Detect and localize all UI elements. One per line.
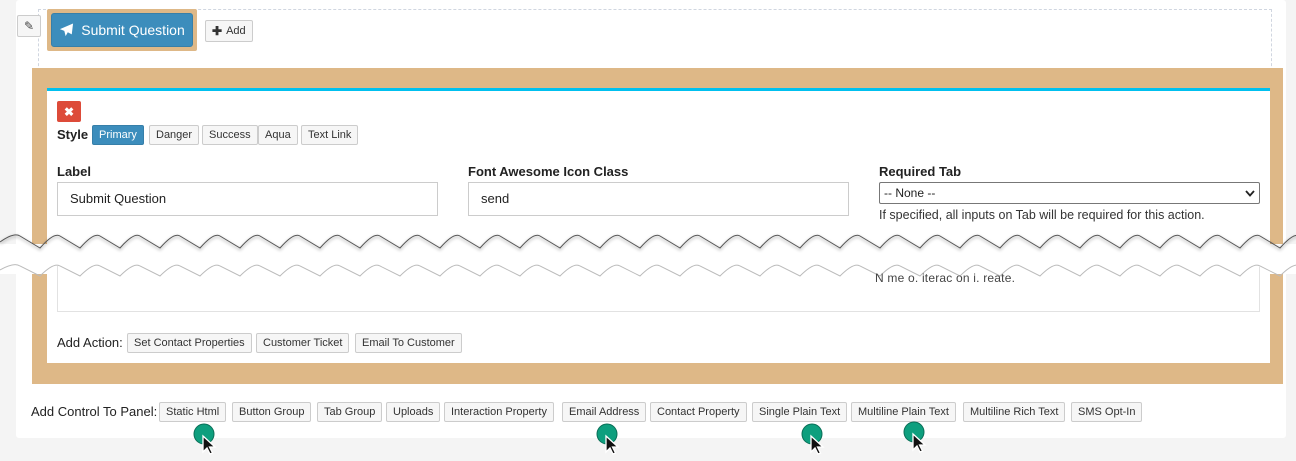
style-text-link-button[interactable]: Text Link [301,125,359,145]
action-set-contact-properties[interactable]: Set Contact Properties [127,333,252,353]
submit-question-label: Submit Question [81,22,185,38]
control-static-html[interactable]: Static Html [159,402,227,422]
label-field-title: Label [57,164,91,179]
required-tab-value: -- None -- [884,186,936,200]
cursor-icon [193,423,217,455]
style-success-button[interactable]: Success [202,125,258,145]
label-input[interactable]: Submit Question [57,182,438,216]
control-button-group[interactable]: Button Group [232,402,312,422]
style-aqua-button[interactable]: Aqua [258,125,298,145]
action-email-to-customer[interactable]: Email To Customer [355,333,462,353]
style-primary-button[interactable]: Primary [92,125,144,145]
add-button[interactable]: ✚ Add [205,20,253,42]
pencil-icon: ✎ [23,19,35,33]
delete-button[interactable]: ✖ [57,101,81,122]
required-tab-field-title: Required Tab [879,164,962,179]
cursor-icon [801,423,825,455]
control-email-address[interactable]: Email Address [562,402,647,422]
icon-class-field-title: Font Awesome Icon Class [468,164,629,179]
selected-button-highlight: Submit Question [47,9,197,51]
control-multiline-plain-text[interactable]: Multiline Plain Text [851,402,956,422]
cursor-icon [903,421,927,453]
control-interaction-property[interactable]: Interaction Property [444,402,554,422]
edit-pencil-button[interactable]: ✎ [17,15,41,37]
additional-settings-box [57,266,1260,312]
required-tab-hint: If specified, all inputs on Tab will be … [879,208,1205,222]
control-tab-group[interactable]: Tab Group [317,402,383,422]
add-button-label: Add [226,25,246,37]
submit-question-button[interactable]: Submit Question [51,13,193,47]
plus-icon: ✚ [212,24,223,38]
control-contact-property[interactable]: Contact Property [650,402,747,422]
control-single-plain-text[interactable]: Single Plain Text [752,402,848,422]
torn-text-fragment: N me o. iterac on i. reate. [875,271,1016,285]
add-control-label: Add Control To Panel: [31,404,158,419]
control-multiline-rich-text[interactable]: Multiline Rich Text [963,402,1066,422]
control-uploads[interactable]: Uploads [386,402,441,422]
cursor-icon [596,423,620,455]
close-icon: ✖ [63,104,75,119]
send-icon [60,23,74,37]
style-danger-button[interactable]: Danger [149,125,200,145]
control-sms-opt-in[interactable]: SMS Opt-In [1071,402,1143,422]
add-action-label: Add Action: [57,335,123,350]
action-customer-ticket[interactable]: Customer Ticket [256,333,350,353]
chevron-down-icon [1245,189,1255,197]
icon-class-input[interactable]: send [468,182,849,216]
style-label: Style [57,127,89,142]
required-tab-select[interactable]: -- None -- [879,182,1260,204]
